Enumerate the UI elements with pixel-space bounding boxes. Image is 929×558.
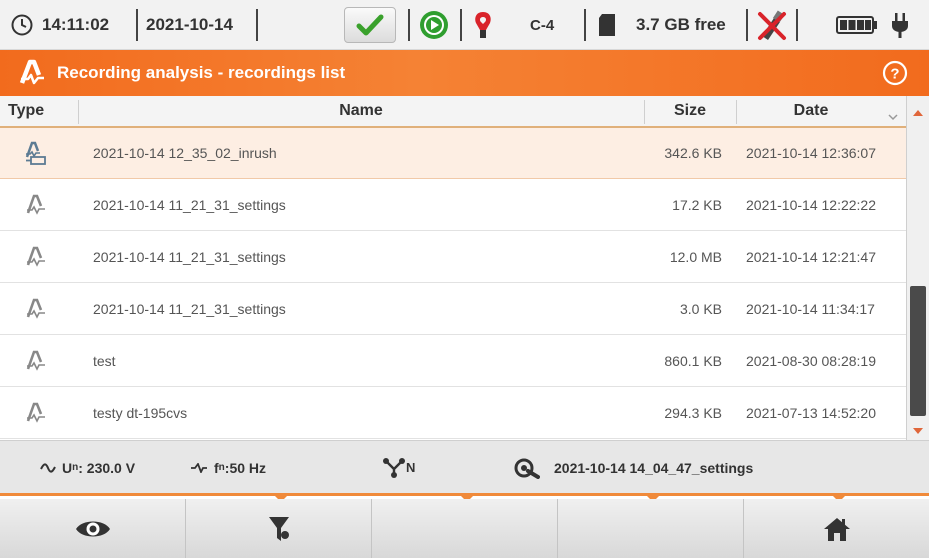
column-header-type[interactable]: Type	[8, 96, 44, 126]
function-bar	[0, 499, 929, 558]
column-header-size[interactable]: Size	[644, 96, 736, 126]
table-header: Type Name Size Date	[0, 96, 906, 128]
sine-wave-icon	[40, 462, 56, 473]
table-row[interactable]: 2021-10-14 11_21_31_settings 12.0 MB 202…	[0, 232, 906, 283]
sd-card-icon	[598, 0, 616, 50]
settings-file-name: 2021-10-14 14_04_47_settings	[554, 459, 754, 476]
divider	[256, 9, 258, 41]
settings-file: 2021-10-14 14_04_47_settings	[514, 441, 753, 494]
row-date: 2021-10-14 11:34:17	[746, 301, 875, 317]
empty-button-4[interactable]	[558, 499, 744, 558]
status-time: 14:11:02	[42, 15, 110, 34]
row-name: 2021-10-14 11_21_31_settings	[93, 197, 286, 213]
scrollbar-thumb[interactable]	[910, 286, 926, 416]
column-header-name[interactable]: Name	[78, 96, 644, 126]
table-row[interactable]: 2021-10-14 12_35_02_inrush 342.6 KB 2021…	[0, 128, 906, 179]
power-plug-icon	[890, 0, 910, 50]
recordings-list: 2021-10-14 12_35_02_inrush 342.6 KB 2021…	[0, 128, 906, 440]
svg-text:?: ?	[890, 66, 899, 83]
usb-disconnected-icon	[756, 0, 788, 50]
info-bar: Un: 230.0 V f n:50 Hz N 2021-10-14 14_04_…	[0, 440, 929, 496]
row-date: 2021-10-14 12:21:47	[746, 249, 876, 265]
row-size: 294.3 KB	[664, 405, 722, 421]
row-size: 12.0 MB	[669, 249, 722, 265]
app-logo-icon	[19, 59, 45, 92]
frequency-wave-icon	[190, 462, 208, 473]
help-icon[interactable]: ?	[882, 60, 908, 86]
recording-play-icon	[418, 0, 450, 50]
scrollbar[interactable]	[906, 96, 929, 440]
row-name: 2021-10-14 12_35_02_inrush	[93, 145, 277, 161]
row-name: testy dt-195cvs	[93, 405, 188, 421]
current-clamp-icon	[472, 0, 494, 50]
row-date: 2021-10-14 12:22:22	[746, 197, 876, 213]
title-bar: Recording analysis - recordings list ?	[0, 50, 929, 96]
inrush-recording-icon	[25, 141, 47, 165]
preview-button[interactable]	[0, 499, 186, 558]
storage-free: 3.7 GB free	[636, 15, 726, 34]
frequency-value: :50 Hz	[224, 459, 267, 476]
filter-icon	[268, 515, 290, 543]
divider	[746, 9, 748, 41]
clamp-type: C-4	[530, 16, 555, 34]
divider	[460, 9, 462, 41]
voltage-label: U	[62, 459, 73, 476]
check-icon	[344, 7, 396, 43]
row-name: test	[93, 353, 116, 369]
row-date: 2021-08-30 08:28:19	[746, 353, 876, 369]
divider	[136, 9, 138, 41]
network-topology-icon	[382, 457, 406, 479]
table-row[interactable]: 2021-10-14 11_21_31_settings 17.2 KB 202…	[0, 180, 906, 231]
recording-icon	[25, 349, 47, 373]
recording-icon	[25, 297, 47, 321]
network-subscript: N	[406, 460, 416, 475]
divider	[796, 9, 798, 41]
home-button[interactable]	[744, 499, 929, 558]
scroll-up-arrow-icon[interactable]	[912, 104, 924, 122]
table-row[interactable]: test 860.1 KB 2021-08-30 08:28:19	[0, 336, 906, 387]
table-row[interactable]: testy dt-195cvs 294.3 KB 2021-07-13 14:5…	[0, 388, 906, 439]
table-row[interactable]: 2021-10-14 11_21_31_settings 3.0 KB 2021…	[0, 284, 906, 335]
row-date: 2021-10-14 12:36:07	[746, 145, 876, 161]
row-size: 860.1 KB	[664, 353, 722, 369]
nominal-frequency: f n:50 Hz	[190, 441, 266, 494]
row-name: 2021-10-14 11_21_31_settings	[93, 301, 286, 317]
status-ok-button[interactable]	[344, 0, 396, 50]
recording-icon	[25, 245, 47, 269]
row-size: 3.0 KB	[679, 301, 722, 317]
filter-button[interactable]	[186, 499, 372, 558]
sort-chevron-down-icon	[888, 108, 898, 126]
nominal-voltage: Un: 230.0 V	[40, 441, 135, 494]
page-title: Recording analysis - recordings list	[57, 63, 346, 82]
recording-icon	[25, 193, 47, 217]
recording-icon	[25, 401, 47, 425]
status-bar: 14:11:02 2021-10-14 C-4 3.7 GB free	[0, 0, 929, 50]
row-size: 342.6 KB	[664, 145, 722, 161]
home-icon	[823, 516, 851, 542]
divider	[584, 9, 586, 41]
empty-button-3[interactable]	[372, 499, 558, 558]
settings-wrench-icon	[514, 457, 540, 479]
divider	[408, 9, 410, 41]
column-header-date[interactable]: Date	[736, 96, 886, 126]
battery-icon	[836, 0, 878, 50]
status-date: 2021-10-14	[146, 15, 233, 34]
voltage-value: : 230.0 V	[78, 459, 136, 476]
row-size: 17.2 KB	[672, 197, 722, 213]
clock-icon	[10, 0, 34, 50]
eye-icon	[74, 517, 112, 541]
row-date: 2021-07-13 14:52:20	[746, 405, 876, 421]
scroll-down-arrow-icon[interactable]	[912, 422, 924, 440]
row-name: 2021-10-14 11_21_31_settings	[93, 249, 286, 265]
network-type: N	[382, 441, 415, 494]
